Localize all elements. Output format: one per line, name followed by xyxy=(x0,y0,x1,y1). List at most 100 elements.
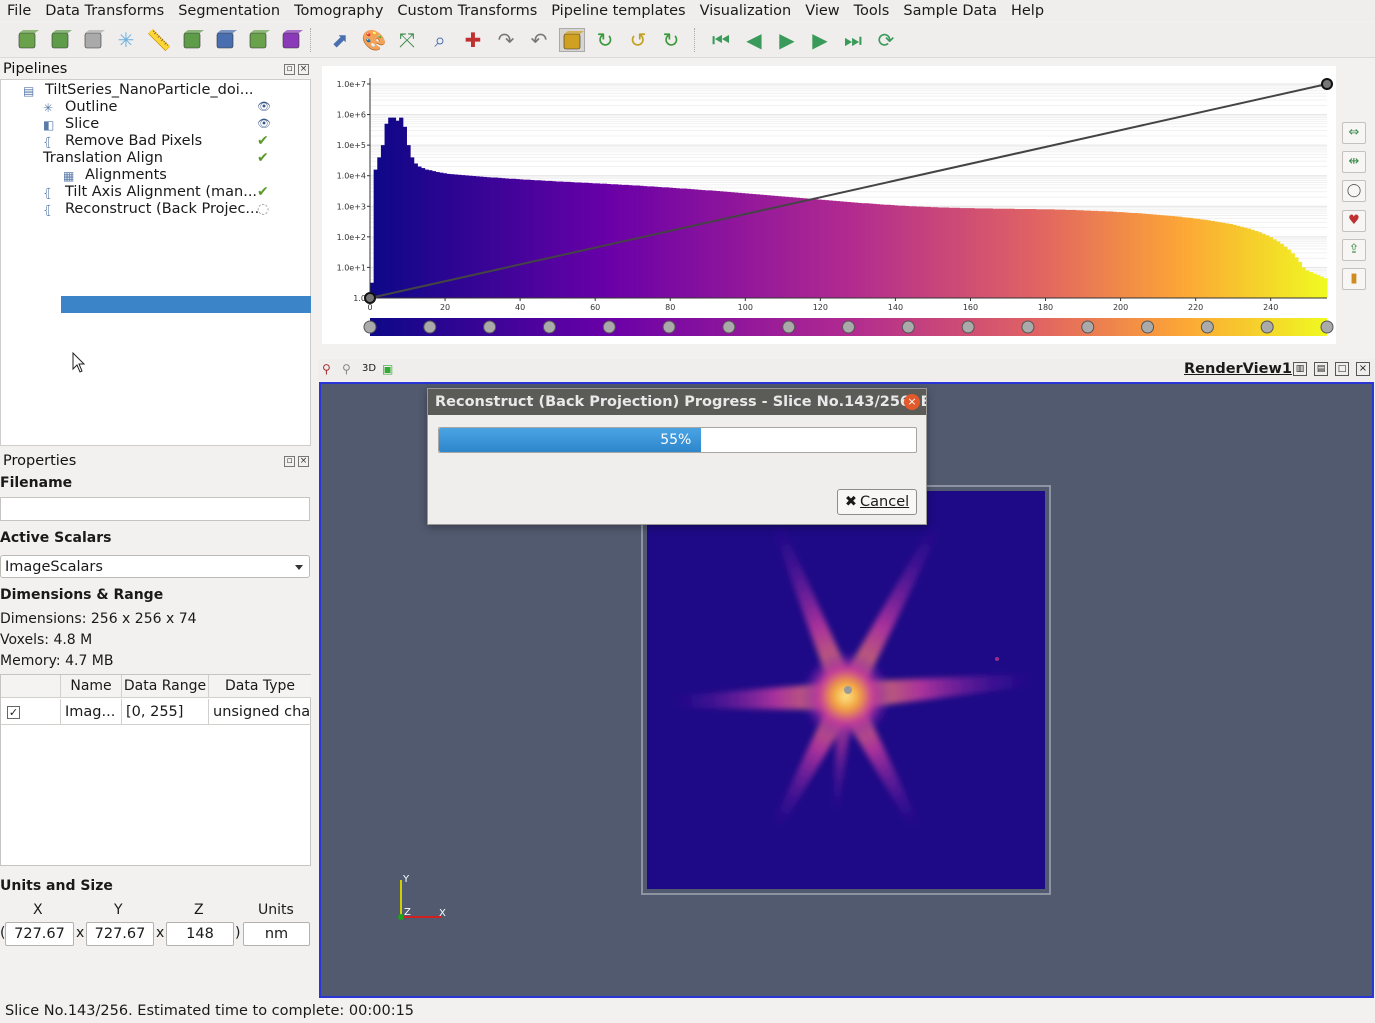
histogram-bar xyxy=(777,196,782,298)
close-icon[interactable]: × xyxy=(298,456,309,467)
table-header-name[interactable]: Name xyxy=(61,675,122,698)
filename-field[interactable] xyxy=(0,497,310,521)
menu-item-segmentation[interactable]: Segmentation xyxy=(171,1,287,21)
rotate-cw-icon[interactable]: ↻ xyxy=(592,28,618,52)
play-icon[interactable]: ▶ xyxy=(774,28,800,52)
menu-item-sample-data[interactable]: Sample Data xyxy=(896,1,1004,21)
reset-zoom-icon[interactable]: ⤧ xyxy=(394,28,420,52)
cube-outline-icon[interactable] xyxy=(246,28,272,52)
menu-item-data-transforms[interactable]: Data Transforms xyxy=(38,1,171,21)
menu-item-view[interactable]: View xyxy=(798,1,846,21)
progress-dialog: Reconstruct (Back Projection) Progress -… xyxy=(427,388,927,525)
capture-icon[interactable]: ▣ xyxy=(382,362,393,376)
custom-range-icon[interactable]: ⇹ xyxy=(1342,151,1366,173)
last-frame-icon[interactable]: ⏭ xyxy=(840,28,866,52)
zoom-box-icon[interactable]: ⌕ xyxy=(427,28,453,52)
histogram-bar xyxy=(1177,216,1183,298)
cylinder-icon[interactable] xyxy=(48,28,74,52)
shape-icon[interactable] xyxy=(180,28,206,52)
pipeline-item-6[interactable]: Tilt Axis Alignment (man... xyxy=(65,184,257,201)
active-scalars-select[interactable]: ImageScalars xyxy=(0,555,310,578)
histogram-bar xyxy=(1163,215,1168,298)
checkbox-check-icon[interactable]: ✓ xyxy=(7,705,20,719)
eye-icon[interactable]: 👁 xyxy=(257,100,271,114)
pipeline-item-1[interactable]: Outline xyxy=(65,99,117,116)
histogram-bar xyxy=(952,207,957,298)
table-header-type[interactable]: Data Type xyxy=(209,675,311,698)
pipeline-item-0[interactable]: TiltSeries_NanoParticle_doi... xyxy=(45,82,254,99)
table-header-range[interactable]: Data Range xyxy=(122,675,209,698)
histogram-chart[interactable]: 1.01.0e+11.0e+21.0e+31.0e+41.0e+51.0e+61… xyxy=(322,66,1336,344)
menu-item-custom-transforms[interactable]: Custom Transforms xyxy=(390,1,544,21)
pipeline-item-7[interactable]: Reconstruct (Back Projec... xyxy=(65,201,259,218)
menu-item-visualization[interactable]: Visualization xyxy=(693,1,799,21)
save-preset-icon[interactable]: ⇪ xyxy=(1342,239,1366,261)
y-tick-label: 1.0e+6 xyxy=(337,111,366,120)
pipeline-item-4[interactable]: Translation Align xyxy=(43,150,163,167)
sphere-icon[interactable] xyxy=(81,28,107,52)
x-tick-label: 140 xyxy=(888,303,903,312)
float-icon[interactable]: ▫ xyxy=(284,456,295,467)
prev-frame-icon[interactable]: ◀ xyxy=(741,28,767,52)
histogram-bar xyxy=(581,182,586,298)
progress-text: 55% xyxy=(660,432,692,448)
reset-camera-icon[interactable]: ⚲ xyxy=(322,362,331,376)
histogram-bar xyxy=(424,169,429,298)
snowflake-icon[interactable]: ✳ xyxy=(113,28,139,52)
maximize-icon[interactable]: □ xyxy=(1335,362,1349,376)
camera-icon[interactable]: ⚲ xyxy=(342,362,351,376)
menu-item-file[interactable]: File xyxy=(0,1,38,21)
histogram-bar xyxy=(628,185,633,298)
size-y-input[interactable]: 727.67 xyxy=(86,922,154,946)
rotate-minus90-icon[interactable]: ↶ xyxy=(526,28,552,52)
pointer-icon[interactable]: ⬈ xyxy=(327,28,353,52)
close-icon[interactable]: × xyxy=(904,394,920,410)
close-icon[interactable]: × xyxy=(298,64,309,75)
filename-label: Filename xyxy=(0,475,73,491)
colorbar-icon[interactable]: ▮ xyxy=(1342,268,1366,290)
histogram-bar xyxy=(1316,275,1321,298)
fit-range-icon[interactable]: ⇔ xyxy=(1342,122,1366,144)
histogram-bar xyxy=(573,182,579,298)
palette-icon[interactable]: 🎨 xyxy=(361,28,387,52)
pipeline-item-3[interactable]: Remove Bad Pixels xyxy=(65,133,202,150)
interact-icon[interactable] xyxy=(559,28,585,52)
close-view-icon[interactable]: × xyxy=(1356,362,1370,376)
menu-item-help[interactable]: Help xyxy=(1004,1,1051,21)
split-vertical-icon[interactable]: ▤ xyxy=(1314,362,1328,376)
eye-icon[interactable]: 👁 xyxy=(257,117,271,131)
axis-plus-x-icon[interactable]: ✚ xyxy=(460,28,486,52)
favorite-icon[interactable]: ♥ xyxy=(1342,210,1366,232)
invert-icon[interactable]: ◯ xyxy=(1342,180,1366,202)
table-row-checkbox[interactable]: ✓ xyxy=(1,699,61,725)
menu-item-tools[interactable]: Tools xyxy=(847,1,897,21)
units-input[interactable]: nm xyxy=(243,922,310,946)
view-mode-toggle[interactable]: 3D xyxy=(362,363,376,374)
menu-item-pipeline-templates[interactable]: Pipeline templates xyxy=(544,1,692,21)
rotate-ccw-icon[interactable]: ↺ xyxy=(625,28,651,52)
first-frame-icon[interactable]: ⏮ xyxy=(708,28,734,52)
pipeline-item-5[interactable]: Alignments xyxy=(85,167,167,184)
size-x-input[interactable]: 727.67 xyxy=(5,922,74,946)
histogram-bar xyxy=(1024,209,1030,298)
rotate-center-icon[interactable]: ↻ xyxy=(658,28,684,52)
next-frame-icon[interactable]: ▶ xyxy=(807,28,833,52)
size-z-input[interactable]: 148 xyxy=(166,922,234,946)
cancel-button[interactable]: ✖ Cancel xyxy=(837,489,917,515)
histogram-bar xyxy=(1035,209,1041,298)
histogram-bar xyxy=(668,187,673,298)
pipeline-item-2[interactable]: Slice xyxy=(65,116,99,133)
pipeline-item-8[interactable]: Reconstruction xyxy=(85,218,194,235)
split-horizontal-icon[interactable]: ▥ xyxy=(1293,362,1307,376)
histogram-bar xyxy=(533,180,538,298)
histogram-bar xyxy=(941,207,946,298)
loop-icon[interactable]: ⟳ xyxy=(873,28,899,52)
float-icon[interactable]: ▫ xyxy=(284,64,295,75)
ruler-icon[interactable]: 📏 xyxy=(146,28,172,52)
menu-item-tomography[interactable]: Tomography xyxy=(287,1,390,21)
cube-icon[interactable] xyxy=(15,28,41,52)
rotate-plus90-icon[interactable]: ↷ xyxy=(493,28,519,52)
box-icon[interactable] xyxy=(213,28,239,52)
histogram-bar xyxy=(661,187,666,298)
purple-cube-icon[interactable] xyxy=(279,28,305,52)
